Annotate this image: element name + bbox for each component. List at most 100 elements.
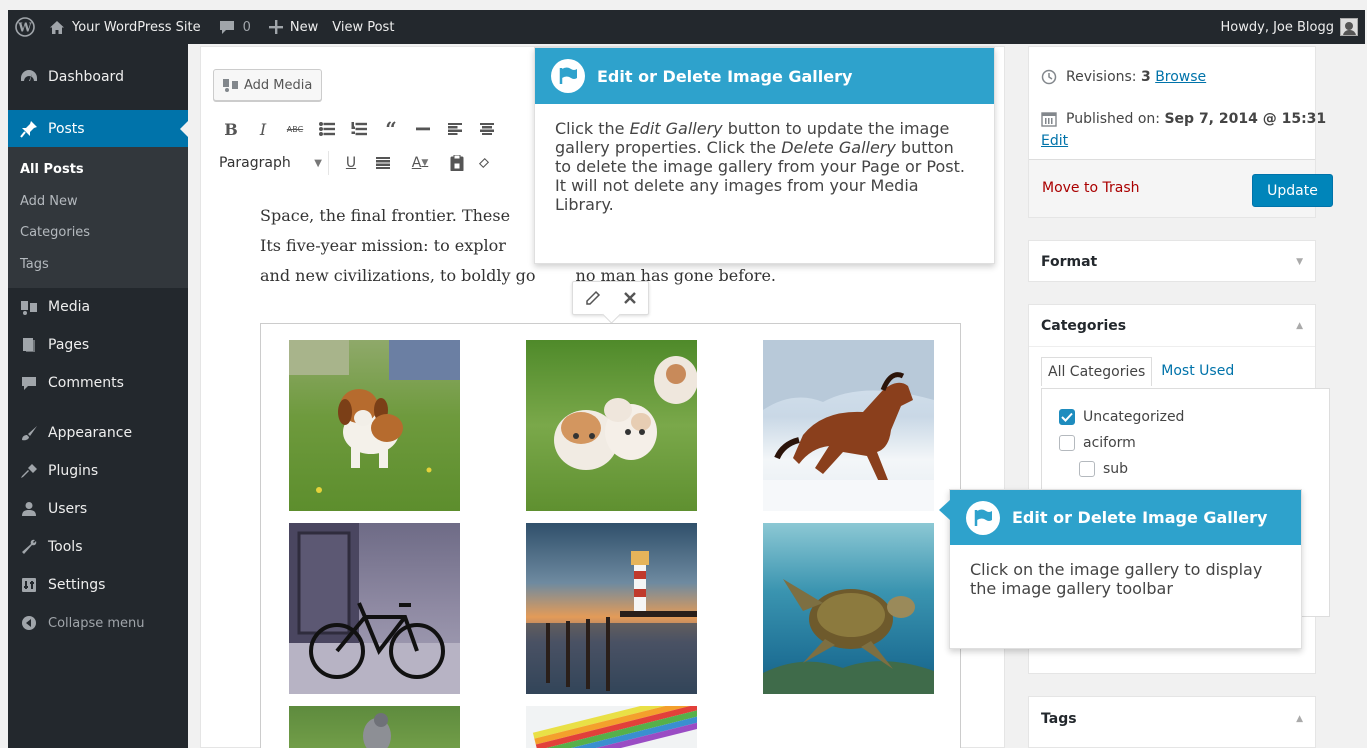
gallery-image-beagle[interactable] (289, 340, 460, 511)
menu-label-tools: Tools (48, 539, 83, 555)
toggle-arrow-icon[interactable]: ▲ (1296, 714, 1303, 724)
gallery-image-turtle[interactable] (763, 523, 934, 694)
align-center-button[interactable] (477, 118, 497, 140)
gallery-image-bicycle[interactable] (289, 523, 460, 694)
update-button[interactable]: Update (1252, 174, 1333, 207)
collapse-menu-button[interactable]: Collapse menu (8, 604, 188, 642)
collapse-menu-label: Collapse menu (48, 615, 145, 631)
category-item[interactable]: sub (1079, 461, 1128, 477)
add-media-icon (223, 79, 238, 92)
new-content-link[interactable]: New (262, 10, 325, 44)
submenu-all-posts[interactable]: All Posts (8, 154, 188, 186)
justify-button[interactable] (373, 152, 393, 174)
comments-icon (19, 373, 39, 393)
gallery-image-horse[interactable] (763, 340, 934, 511)
tab-all-categories[interactable]: All Categories (1041, 357, 1153, 386)
toggle-arrow-icon[interactable]: ▼ (1296, 257, 1303, 267)
submenu-categories[interactable]: Categories (8, 217, 188, 249)
gallery-image-lighthouse[interactable] (526, 523, 697, 694)
users-icon (19, 499, 39, 519)
tab-most-used[interactable]: Most Used (1152, 357, 1243, 386)
add-media-label: Add Media (244, 77, 313, 93)
menu-item-tools[interactable]: Tools (8, 528, 188, 566)
gallery-edit-toolbar (572, 281, 649, 315)
menu-label-settings: Settings (48, 577, 106, 593)
checkbox[interactable] (1059, 435, 1075, 451)
edit-date-link[interactable]: Edit (1041, 133, 1068, 149)
pointer-header: Edit or Delete Image Gallery (950, 490, 1301, 545)
menu-item-settings[interactable]: Settings (8, 566, 188, 604)
gallery-image-pencils[interactable] (526, 706, 697, 748)
toggle-arrow-icon[interactable]: ▲ (1296, 321, 1303, 331)
categories-box-title: Categories (1041, 317, 1127, 334)
submenu-add-new[interactable]: Add New (8, 186, 188, 218)
pointer-header: Edit or Delete Image Gallery (535, 48, 994, 104)
posts-submenu: All Posts Add New Categories Tags (8, 147, 188, 288)
menu-label-dashboard: Dashboard (48, 69, 124, 85)
menu-item-comments[interactable]: Comments (8, 364, 188, 402)
pencil-icon[interactable] (585, 290, 601, 306)
browse-revisions-link[interactable]: Browse (1155, 69, 1206, 85)
wordpress-logo-icon[interactable]: W (8, 10, 42, 44)
gallery-image-bulldogs[interactable] (526, 340, 697, 511)
menu-label-posts: Posts (48, 120, 85, 137)
pointer-arrow (939, 500, 950, 520)
view-post-label: View Post (332, 19, 395, 35)
plugins-icon (19, 461, 39, 481)
published-label: Published on: (1066, 111, 1161, 127)
horizontal-line-button[interactable] (413, 118, 433, 140)
published-row: Published on: Sep 7, 2014 @ 15:31 Edit (1041, 108, 1326, 152)
bulleted-list-button[interactable] (317, 118, 337, 140)
comments-link[interactable]: 0 (212, 10, 258, 44)
admin-bar: W Your WordPress Site 0 New View Post Ho… (8, 10, 1365, 44)
clear-formatting-icon[interactable] (479, 152, 489, 174)
image-gallery[interactable] (260, 323, 961, 748)
format-select[interactable]: Paragraph ▼ (211, 151, 329, 175)
menu-label-pages: Pages (48, 337, 90, 353)
menu-item-posts[interactable]: Posts (8, 110, 188, 147)
admin-sidebar: Dashboard Posts All Posts Add New Catego… (8, 44, 188, 748)
close-icon[interactable] (624, 292, 637, 304)
pointer-text-emphasis: Delete Gallery (781, 138, 896, 157)
move-to-trash-link[interactable]: Move to Trash (1042, 180, 1140, 196)
category-item[interactable]: Uncategorized (1059, 409, 1184, 425)
menu-separator (8, 402, 188, 414)
my-account-link[interactable]: Howdy, Joe Blogg (1214, 10, 1365, 44)
category-item[interactable]: aciform (1059, 435, 1136, 451)
align-left-button[interactable] (445, 118, 465, 140)
editor-toolbar-row-2: Paragraph ▼ U A ▼ (219, 151, 489, 175)
menu-label-media: Media (48, 299, 91, 315)
media-icon (19, 297, 39, 317)
text-color-button[interactable]: A ▼ (405, 152, 435, 174)
published-date: Sep 7, 2014 @ 15:31 (1164, 111, 1327, 127)
menu-item-users[interactable]: Users (8, 490, 188, 528)
category-label: sub (1103, 461, 1129, 477)
paste-text-icon[interactable] (447, 152, 467, 174)
help-pointer-top: Edit or Delete Image Gallery Click the E… (534, 47, 995, 264)
chevron-down-icon: ▼ (314, 157, 322, 169)
calendar-icon (1041, 112, 1057, 127)
italic-button[interactable]: I (253, 118, 273, 140)
submenu-tags[interactable]: Tags (8, 249, 188, 281)
dashboard-icon (19, 67, 39, 87)
site-name-link[interactable]: Your WordPress Site (42, 10, 208, 44)
checkbox[interactable] (1079, 461, 1095, 477)
menu-item-appearance[interactable]: Appearance (8, 414, 188, 452)
add-media-button[interactable]: Add Media (213, 69, 323, 101)
bold-button[interactable]: B (221, 118, 241, 140)
revisions-label: Revisions: (1066, 69, 1137, 85)
checkbox-checked[interactable] (1059, 409, 1075, 425)
blockquote-button[interactable]: “ (381, 117, 401, 141)
view-post-link[interactable]: View Post (325, 10, 401, 44)
menu-item-plugins[interactable]: Plugins (8, 452, 188, 490)
strikethrough-button[interactable]: ABC (285, 118, 305, 140)
menu-item-media[interactable]: Media (8, 288, 188, 326)
menu-item-dashboard[interactable]: Dashboard (8, 44, 188, 110)
numbered-list-button[interactable] (349, 118, 369, 140)
underline-button[interactable]: U (341, 152, 361, 174)
howdy-text: Howdy, Joe Blogg (1220, 19, 1334, 35)
menu-item-pages[interactable]: Pages (8, 326, 188, 364)
comments-count: 0 (242, 19, 251, 35)
gallery-image-bird[interactable] (289, 706, 460, 748)
comment-bubble-icon (219, 20, 235, 35)
